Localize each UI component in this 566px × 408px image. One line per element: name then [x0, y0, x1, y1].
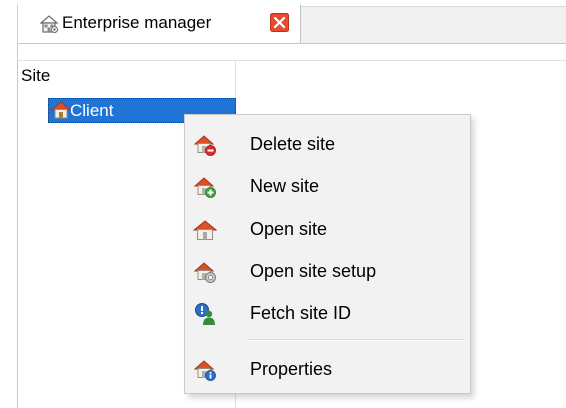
menu-item-label: Open site	[250, 219, 328, 239]
tree-node-label: Client	[70, 101, 114, 120]
tab-title: Enterprise manager	[62, 13, 212, 32]
tree-top-border	[18, 60, 566, 61]
house-delete-icon	[193, 133, 217, 157]
tab-strip: Enterprise manager	[0, 0, 566, 44]
house-open-icon	[193, 218, 217, 242]
menu-item-new-site[interactable]: New site	[187, 166, 468, 206]
close-icon[interactable]	[270, 13, 289, 32]
fetch-id-icon	[193, 302, 217, 326]
enterprise-icon	[38, 13, 60, 35]
tab-strip-empty-area	[300, 6, 566, 44]
menu-item-label: New site	[250, 176, 320, 196]
menu-item-fetch-site-id[interactable]: Fetch site ID	[187, 293, 468, 333]
enterprise-manager-window: Enterprise manager Site Client Delete si…	[0, 0, 566, 408]
menu-item-label: Open site setup	[250, 261, 377, 281]
menu-item-open-site-setup[interactable]: Open site setup	[187, 251, 468, 291]
menu-item-label: Properties	[250, 359, 333, 379]
menu-item-label: Delete site	[250, 134, 336, 154]
house-info-icon	[193, 358, 217, 382]
house-setup-icon	[193, 260, 217, 284]
menu-item-delete-site[interactable]: Delete site	[187, 124, 468, 164]
tab-enterprise-manager[interactable]: Enterprise manager	[17, 4, 301, 44]
menu-item-label: Fetch site ID	[250, 303, 352, 323]
tree-root-site[interactable]: Site	[21, 64, 50, 88]
menu-separator-highlight	[249, 340, 465, 341]
context-menu: Delete site New site Open site Open site…	[184, 114, 471, 394]
house-icon	[51, 100, 71, 120]
house-add-icon	[193, 175, 217, 199]
menu-item-open-site[interactable]: Open site	[187, 209, 468, 249]
menu-item-properties[interactable]: Properties	[187, 349, 468, 389]
